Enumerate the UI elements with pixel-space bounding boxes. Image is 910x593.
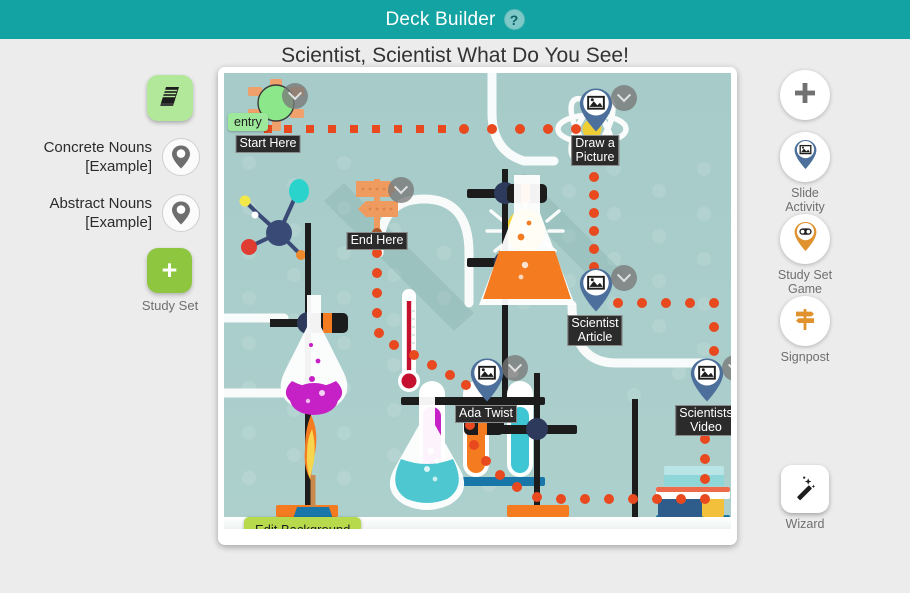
wizard-button[interactable] <box>781 465 829 513</box>
deck-label-line1: Abstract Nouns <box>49 195 152 212</box>
tool-signpost[interactable]: Signpost <box>751 296 859 364</box>
pin-mask-icon <box>792 220 819 258</box>
canvas-frame: entry Start Here Draw a Picture End Here… <box>218 67 737 545</box>
pin-image-icon <box>579 268 613 312</box>
node-menu-chevron-icon-scientist-article[interactable] <box>611 265 637 291</box>
deck-label: Abstract Nouns [Example] <box>49 194 152 232</box>
node-ada-twist[interactable] <box>467 355 507 410</box>
node-label-ada-twist: Ada Twist <box>455 405 517 423</box>
node-scientists-video[interactable] <box>687 355 727 410</box>
deck-label-line2: [Example] <box>85 158 152 175</box>
pin-image-icon <box>792 138 819 176</box>
tool-label: Wizard <box>751 517 859 531</box>
deck-label-line2: [Example] <box>85 214 152 231</box>
deck-book-button[interactable] <box>147 75 193 121</box>
pin-image-icon <box>470 358 504 402</box>
slide-activity-button[interactable] <box>780 132 830 182</box>
node-label-scientists-video: Scientists Video <box>675 405 731 436</box>
tool-label-line2: Activity <box>785 200 825 214</box>
add-button[interactable] <box>780 70 830 120</box>
page-title: Scientist, Scientist What Do You See! <box>281 44 629 67</box>
map-pin-icon[interactable] <box>162 194 200 232</box>
deck-label: Concrete Nouns [Example] <box>44 138 152 176</box>
left-rail: Concrete Nouns [Example] Abstract Nouns … <box>0 70 218 320</box>
tool-label: Slide Activity <box>751 186 859 214</box>
pin-image-icon <box>579 88 613 132</box>
signpost-button[interactable] <box>780 296 830 346</box>
deck-item-concrete-nouns[interactable]: Concrete Nouns [Example] <box>44 138 200 176</box>
tool-label-line1: Slide <box>791 186 819 200</box>
node-label-end-here: End Here <box>346 232 408 250</box>
app-title: Deck Builder <box>385 8 496 30</box>
tool-wizard[interactable]: Wizard <box>751 465 859 531</box>
study-set-game-button[interactable] <box>780 214 830 264</box>
app-title-wrap: Deck Builder ? <box>385 8 525 31</box>
node-label-scientist-article: Scientist Article <box>567 315 623 346</box>
book-icon <box>157 83 183 114</box>
tool-label-line1: Study Set <box>777 268 833 282</box>
node-menu-chevron-icon-end-here[interactable] <box>388 177 414 203</box>
add-study-set-label: Study Set <box>141 298 199 313</box>
deck-item-abstract-nouns[interactable]: Abstract Nouns [Example] <box>49 194 200 232</box>
tool-label-line1: Wizard <box>785 517 825 531</box>
signpost-icon <box>791 305 819 338</box>
tool-label: Study Set Game <box>751 268 859 296</box>
node-label-draw-a-picture: Draw a Picture <box>571 135 619 166</box>
plus-icon: + <box>161 255 178 285</box>
node-menu-chevron-icon-ada-twist[interactable] <box>502 355 528 381</box>
tool-add[interactable] <box>751 70 859 120</box>
add-study-set-button[interactable]: + <box>147 248 192 293</box>
pin-image-icon <box>690 358 724 402</box>
deck-label-line1: Concrete Nouns <box>43 139 152 156</box>
deck-canvas[interactable]: entry Start Here Draw a Picture End Here… <box>224 73 731 529</box>
edit-background-button[interactable]: Edit Background <box>244 517 362 529</box>
node-label-start-here: Start Here <box>235 135 301 153</box>
magic-wand-icon <box>791 473 819 506</box>
tool-label-line1: Signpost <box>780 350 830 364</box>
tool-slide-activity[interactable]: Slide Activity <box>751 132 859 214</box>
map-pin-icon[interactable] <box>162 138 200 176</box>
tool-label: Signpost <box>751 350 859 364</box>
app-header: Deck Builder ? <box>0 0 910 39</box>
right-rail: Slide Activity Study Set Game Signpost W… <box>742 70 910 550</box>
help-icon[interactable]: ? <box>503 9 525 30</box>
node-scientist-article[interactable] <box>576 265 616 320</box>
entry-chip: entry <box>228 113 268 131</box>
tool-label-line2: Game <box>787 282 823 296</box>
node-menu-chevron-icon-draw-a-picture[interactable] <box>611 85 637 111</box>
node-draw-a-picture[interactable] <box>576 85 616 140</box>
tool-study-set-game[interactable]: Study Set Game <box>751 214 859 296</box>
plus-icon <box>792 80 818 111</box>
entry-node-menu-chevron-icon[interactable] <box>282 83 308 109</box>
